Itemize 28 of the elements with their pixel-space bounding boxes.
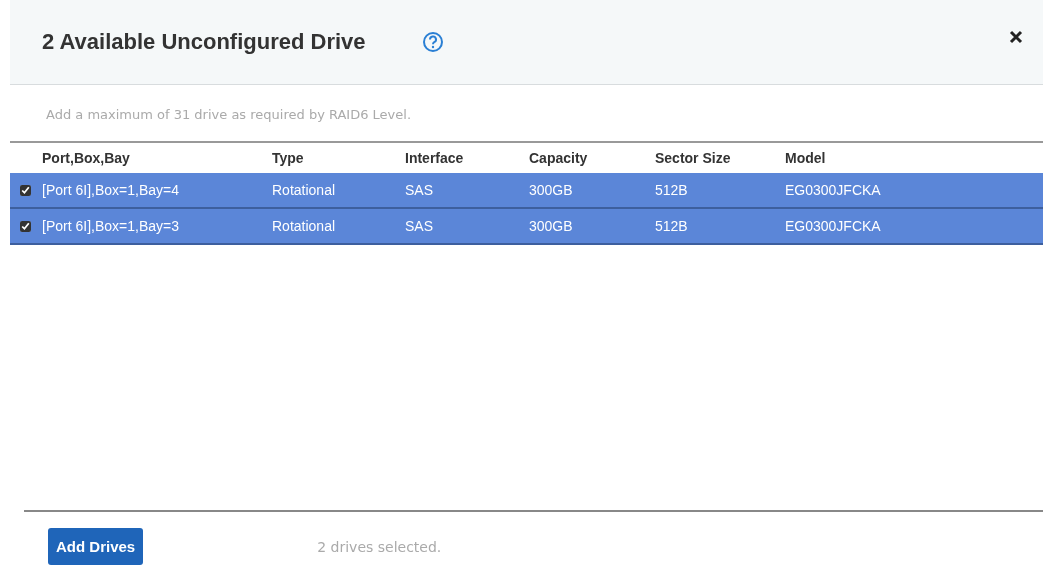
hint-text: Add a maximum of 31 drive as required by RAID6 Level.: [46, 107, 413, 124]
table-cell-text: [Port 6I],Box=1,Bay=4: [42, 182, 180, 198]
add-drives-button[interactable]: Add Drives: [48, 528, 144, 565]
table-cell-text: EG0300JFCKA: [785, 218, 882, 234]
column-header[interactable]: Sector Size: [655, 150, 785, 166]
column-header[interactable]: Port,Box,Bay: [42, 150, 272, 166]
column-header[interactable]: Type: [272, 150, 405, 166]
table-cell-text: Rotational: [272, 218, 337, 234]
column-header[interactable]: Model: [785, 150, 1043, 166]
table-cell-text: EG0300JFCKA: [785, 182, 882, 198]
help-icon[interactable]: [421, 31, 444, 53]
table-row[interactable]: [Port 6I],Box=1,Bay=4 Rotational SAS 300GB 512B EG0300JFCKA: [10, 173, 1043, 209]
table-cell-text: Rotational: [272, 182, 337, 198]
selection-status: 2 drives selected.: [317, 538, 442, 555]
dialog-title: 2 Available Unconfigured Drive: [42, 29, 366, 55]
table-cell-text: [Port 6I],Box=1,Bay=3: [42, 218, 180, 234]
table-cell-text: 300GB: [529, 182, 574, 198]
table-cell-text: SAS: [405, 218, 434, 234]
table-cell-text: 300GB: [529, 218, 574, 234]
table-cell-text: 512B: [655, 182, 689, 198]
column-header[interactable]: Capacity: [529, 150, 655, 166]
table-cell-text: SAS: [405, 182, 434, 198]
table-row[interactable]: [Port 6I],Box=1,Bay=3 Rotational SAS 300GB 512B EG0300JFCKA: [10, 209, 1043, 245]
close-icon: [1009, 30, 1023, 44]
row-checkbox[interactable]: [20, 184, 31, 196]
column-header[interactable]: Interface: [405, 150, 529, 166]
row-checkbox[interactable]: [20, 220, 31, 232]
table-cell-text: 512B: [655, 218, 689, 234]
